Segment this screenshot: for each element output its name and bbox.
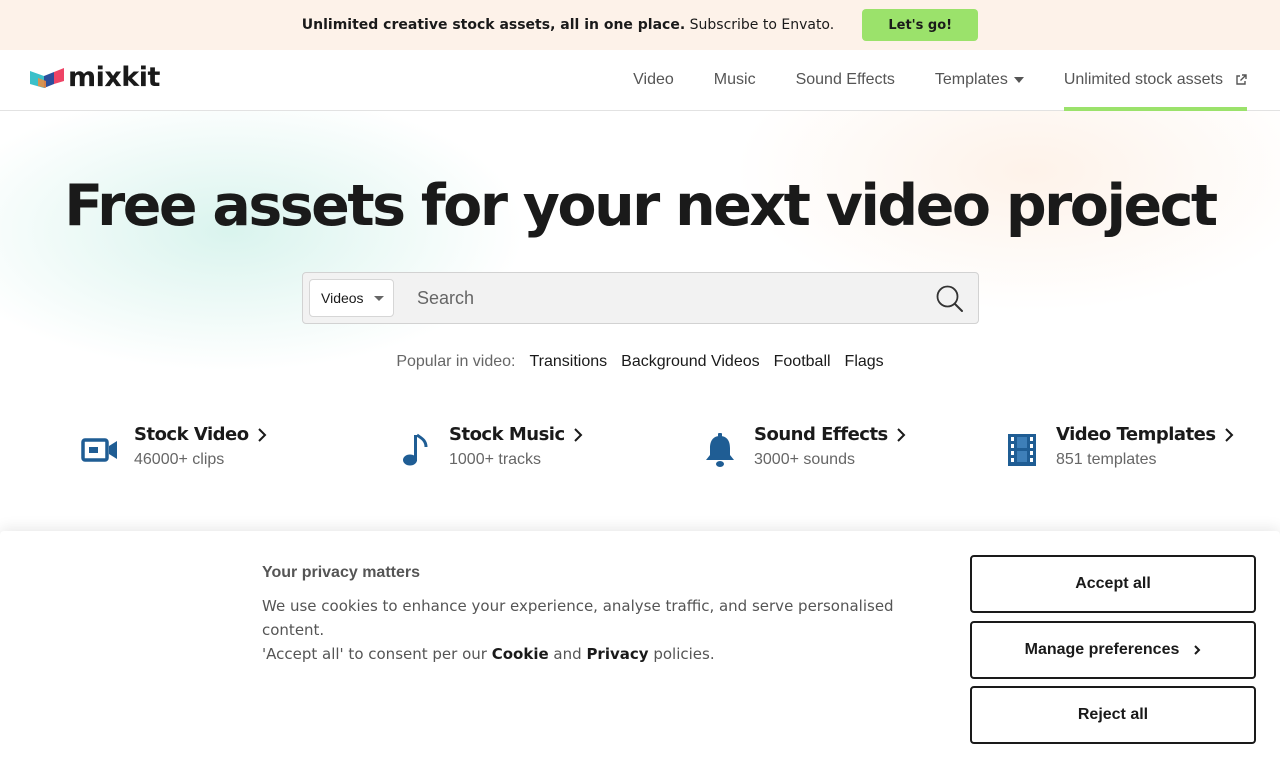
nav-sound-effects-label: Sound Effects	[795, 71, 895, 88]
nav-unlimited-label: Unlimited stock assets	[1063, 71, 1223, 88]
search-bar: Videos	[302, 272, 979, 324]
chevron-right-icon	[1224, 427, 1234, 442]
mixkit-logo[interactable]: mixkit	[30, 64, 160, 91]
popular-searches: Popular in video: Transitions Background…	[0, 353, 1280, 371]
site-header: mixkit Video Music Sound Effects Templat…	[0, 50, 1280, 111]
chevron-right-icon	[897, 427, 906, 442]
cookie-text-prefix: 'Accept all' to consent per our	[262, 645, 487, 663]
category-count: 1000+ tracks	[449, 451, 542, 468]
cookie-text-and: and	[553, 645, 582, 663]
nav-video[interactable]: Video	[633, 50, 674, 110]
nav-unlimited-stock-assets[interactable]: Unlimited stock assets	[1063, 50, 1248, 111]
nav-sound-effects[interactable]: Sound Effects	[796, 50, 895, 110]
chevron-down-icon	[373, 295, 384, 301]
category-title-label: Video Templates	[1056, 424, 1216, 445]
cookie-text: We use cookies to enhance your experienc…	[262, 594, 952, 666]
nav-music-label: Music	[713, 71, 756, 88]
reject-all-label: Reject all	[1077, 706, 1149, 723]
cookie-text-line1: We use cookies to enhance your experienc…	[262, 597, 894, 639]
cookie-text-suffix: policies.	[653, 645, 715, 663]
hero-title: Free assets for your next video project	[64, 173, 1218, 239]
category-count: 3000+ sounds	[754, 451, 855, 468]
film-strip-icon	[1002, 430, 1042, 470]
nav-video-label: Video	[633, 71, 674, 88]
cookie-policy-link[interactable]: Cookie	[492, 645, 549, 663]
main-nav: Video Music Sound Effects Templates Unli…	[593, 50, 1248, 111]
search-input[interactable]	[407, 281, 917, 315]
cookie-title: Your privacy matters	[262, 564, 420, 581]
mixkit-logo-icon	[30, 67, 64, 88]
category-title: Video Templates	[1056, 424, 1234, 445]
popular-link-background-videos[interactable]: Background Videos	[621, 353, 759, 371]
promo-text: Unlimited creative stock assets, all in …	[302, 17, 834, 33]
category-text: Video Templates 851 templates	[1056, 424, 1234, 469]
search-category-value: Videos	[321, 290, 364, 306]
search-category-select[interactable]: Videos	[309, 279, 394, 317]
category-title: Stock Music	[449, 424, 583, 445]
promo-text-bold: Unlimited creative stock assets, all in …	[301, 17, 686, 33]
search-icon[interactable]	[934, 283, 966, 315]
manage-preferences-label: Manage preferences	[1024, 641, 1180, 658]
nav-music[interactable]: Music	[714, 50, 756, 110]
category-text: Stock Music 1000+ tracks	[449, 424, 583, 469]
hero-section: Free assets for your next video project …	[0, 111, 1280, 531]
chevron-right-icon	[1194, 645, 1201, 655]
category-stock-video[interactable]: Stock Video 46000+ clips	[80, 424, 267, 470]
category-title: Stock Video	[134, 424, 267, 445]
category-sound-effects[interactable]: Sound Effects 3000+ sounds	[700, 424, 906, 470]
reject-all-button[interactable]: Reject all	[970, 686, 1256, 744]
nav-templates[interactable]: Templates	[935, 50, 1024, 110]
bell-icon	[700, 430, 740, 470]
accept-all-button[interactable]: Accept all	[970, 555, 1256, 613]
popular-link-flags[interactable]: Flags	[845, 353, 884, 371]
category-stock-music[interactable]: Stock Music 1000+ tracks	[395, 424, 583, 470]
promo-banner: Unlimited creative stock assets, all in …	[0, 0, 1280, 50]
category-title-label: Stock Music	[449, 424, 565, 445]
category-text: Stock Video 46000+ clips	[134, 424, 267, 469]
manage-preferences-button[interactable]: Manage preferences	[970, 621, 1256, 679]
promo-text-regular: Subscribe to Envato.	[689, 17, 835, 33]
caret-down-icon	[1013, 77, 1024, 83]
nav-templates-label: Templates	[934, 71, 1008, 88]
category-title-label: Sound Effects	[754, 424, 888, 445]
video-camera-icon	[80, 430, 120, 470]
chevron-right-icon	[257, 427, 267, 442]
chevron-right-icon	[573, 427, 583, 442]
category-text: Sound Effects 3000+ sounds	[754, 424, 906, 469]
popular-label: Popular in video:	[396, 353, 516, 370]
external-link-icon	[1236, 74, 1247, 85]
popular-link-transitions[interactable]: Transitions	[530, 353, 608, 371]
lets-go-button[interactable]: Let's go!	[862, 9, 979, 41]
cookie-consent-panel: Your privacy matters We use cookies to e…	[0, 531, 1280, 768]
logo-wordmark: mixkit	[68, 62, 160, 93]
accept-all-label: Accept all	[1075, 575, 1151, 592]
category-video-templates[interactable]: Video Templates 851 templates	[1002, 424, 1234, 470]
category-title-label: Stock Video	[134, 424, 249, 445]
category-count: 46000+ clips	[134, 451, 225, 468]
category-title: Sound Effects	[754, 424, 906, 445]
privacy-policy-link[interactable]: Privacy	[586, 645, 648, 663]
popular-link-football[interactable]: Football	[774, 353, 831, 371]
category-count: 851 templates	[1056, 451, 1157, 468]
music-note-icon	[395, 430, 435, 470]
category-list: Stock Video 46000+ clips Stock Music 100…	[0, 424, 1280, 484]
